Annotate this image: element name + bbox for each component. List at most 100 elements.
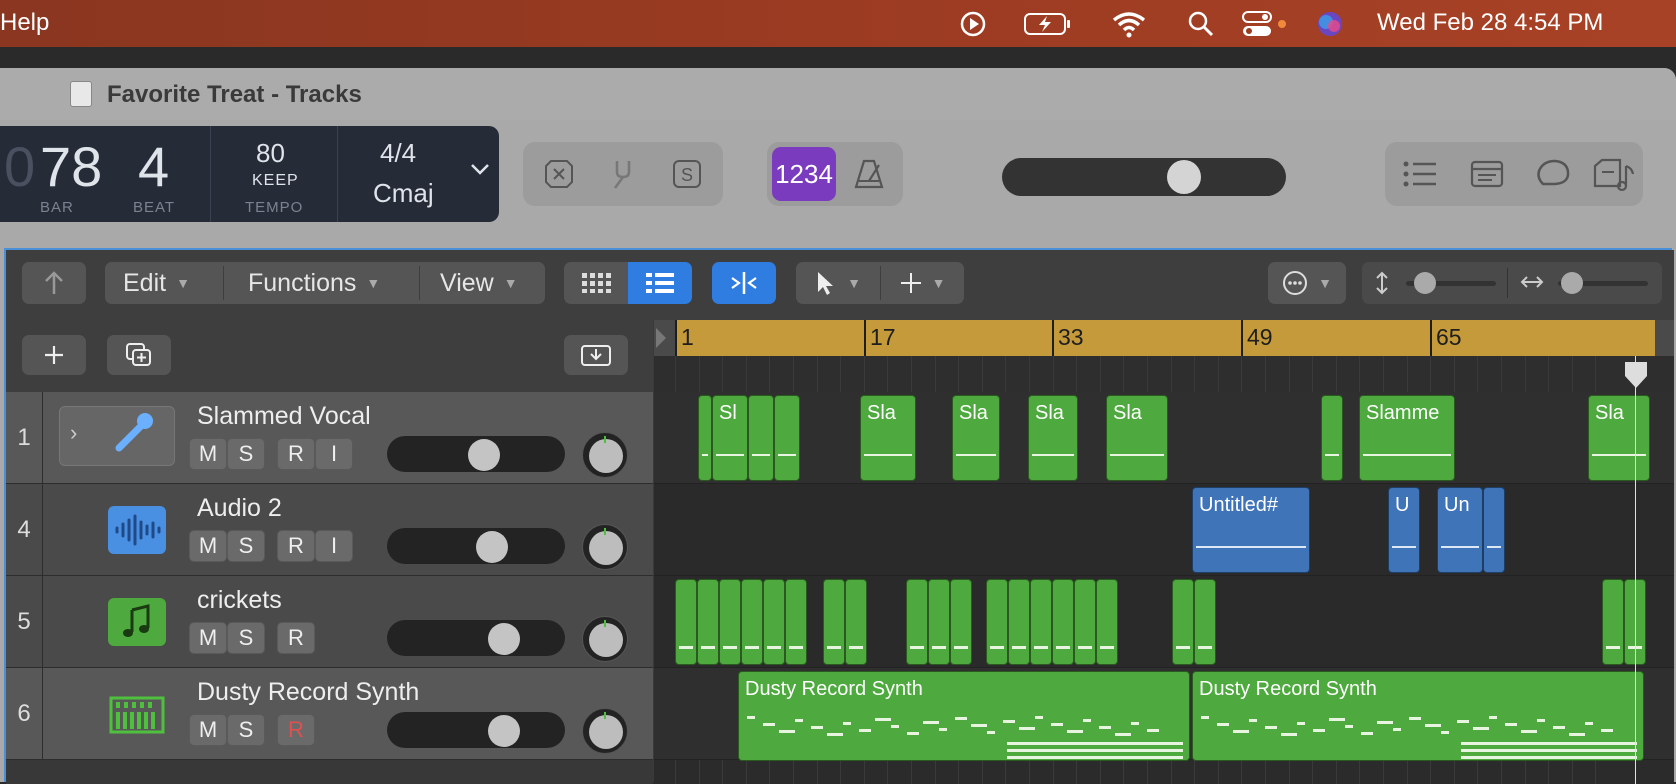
region[interactable] [1030,579,1052,665]
region[interactable] [1052,579,1074,665]
region[interactable]: Sla [1028,395,1078,481]
control-center-icon[interactable] [1240,9,1288,39]
region[interactable] [1008,579,1030,665]
track-name[interactable]: Slammed Vocal [197,402,371,431]
track-header[interactable]: 5 crickets M S R [6,576,653,668]
add-track-button[interactable] [22,335,86,375]
wifi-icon[interactable] [1110,9,1148,39]
duplicate-track-button[interactable] [107,335,171,375]
region[interactable] [785,579,807,665]
region[interactable] [823,579,845,665]
region[interactable]: U [1388,487,1420,573]
lcd-signature[interactable]: 4/4 [380,138,416,169]
playhead-handle[interactable] [1623,360,1649,395]
arrange-area[interactable]: 1 17 33 49 65 Sl Sla Sla Sla Sla Slamme Sla Untitle… [654,320,1674,784]
volume-knob[interactable] [488,623,520,655]
region[interactable] [1096,579,1118,665]
play-circle-icon[interactable] [958,9,988,39]
region[interactable] [845,579,867,665]
volume-slider[interactable] [387,436,565,472]
master-volume-slider[interactable] [1002,158,1286,196]
region[interactable] [719,579,741,665]
region[interactable]: Sla [1106,395,1168,481]
region[interactable]: Dusty Record Synth [738,671,1190,761]
more-options-button[interactable]: ▼ [1268,262,1346,304]
marquee-tool-button[interactable]: ▼ [881,262,964,304]
lcd-tempo-value[interactable]: 80 [256,138,285,169]
region[interactable] [1602,579,1624,665]
region[interactable] [697,579,719,665]
track-header[interactable]: 4 Audio 2 MS R I [6,484,653,576]
region[interactable] [1074,579,1096,665]
solo-button[interactable]: S [227,438,265,470]
countin-button[interactable]: 1234 [772,147,836,201]
track-lane[interactable] [654,576,1674,668]
volume-knob[interactable] [468,439,500,471]
track-header[interactable]: 1 › Slammed Vocal M S R I [6,392,653,484]
region[interactable] [698,395,712,481]
volume-slider[interactable] [387,620,565,656]
tuning-fork-icon[interactable] [605,156,641,192]
playhead[interactable] [1635,356,1636,784]
collapse-tracks-button[interactable] [564,335,628,375]
track-lane[interactable] [654,484,1674,576]
track-name[interactable]: crickets [197,586,282,615]
menu-help[interactable]: Help [0,9,49,37]
region[interactable]: Un [1437,487,1483,573]
region[interactable]: Untitled# [1192,487,1310,573]
solo-button[interactable]: S [227,622,265,654]
solo-button[interactable]: S [227,714,265,746]
volume-slider[interactable] [387,712,565,748]
lcd-chevron-icon[interactable] [470,162,490,181]
region[interactable] [748,395,774,481]
region[interactable]: Sla [952,395,1000,481]
vertical-zoom-knob[interactable] [1414,272,1436,294]
marker-row[interactable] [654,356,1674,392]
functions-menu[interactable]: Functions ▼ [224,262,419,304]
notepad-icon[interactable] [1467,154,1507,194]
record-enable-button[interactable]: R [277,438,315,470]
loop-browser-icon[interactable] [1533,154,1573,194]
region[interactable] [1483,487,1505,573]
search-icon[interactable] [1186,9,1216,39]
disclosure-chevron-icon[interactable]: › [70,420,77,446]
region[interactable] [906,579,928,665]
region[interactable] [1321,395,1343,481]
mute-button[interactable]: M [189,438,227,470]
volume-slider[interactable] [387,528,565,564]
mute-button[interactable]: M [189,622,227,654]
track-header[interactable]: 6 Dusty Record Synth M S R [6,668,653,760]
pointer-tool-button[interactable]: ▼ [796,262,880,304]
region[interactable] [950,579,972,665]
lcd-key[interactable]: Cmaj [373,178,434,209]
region[interactable] [1172,579,1194,665]
record-enable-button[interactable]: R [277,530,315,562]
region[interactable]: Dusty Record Synth [1192,671,1644,761]
region[interactable]: Sla [860,395,916,481]
horizontal-zoom-knob[interactable] [1561,272,1583,294]
mute-button[interactable]: M [189,714,227,746]
region[interactable]: Sla [1588,395,1650,481]
replace-icon[interactable] [541,156,577,192]
tracks-view-button[interactable] [628,262,692,304]
solo-button[interactable]: S [227,530,265,562]
siri-icon[interactable] [1315,9,1345,39]
solo-mode-icon[interactable]: S [669,156,705,192]
input-monitor-button[interactable]: I [315,530,353,562]
record-enable-button[interactable]: R [277,714,315,746]
region[interactable]: Slamme [1359,395,1455,481]
region[interactable] [986,579,1008,665]
catch-button[interactable] [712,262,776,304]
region[interactable]: Sl [712,395,748,481]
record-enable-button[interactable]: R [277,622,315,654]
region[interactable] [763,579,785,665]
menu-clock[interactable]: Wed Feb 28 4:54 PM [1377,9,1603,37]
list-editors-icon[interactable] [1400,154,1440,194]
grid-view-button[interactable] [564,262,628,304]
battery-icon[interactable] [1022,9,1074,39]
browser-icon[interactable] [1591,152,1637,196]
track-name[interactable]: Audio 2 [197,494,282,523]
view-menu[interactable]: View ▼ [420,262,544,304]
edit-menu[interactable]: Edit ▼ [105,262,223,304]
master-volume-knob[interactable] [1167,160,1201,194]
